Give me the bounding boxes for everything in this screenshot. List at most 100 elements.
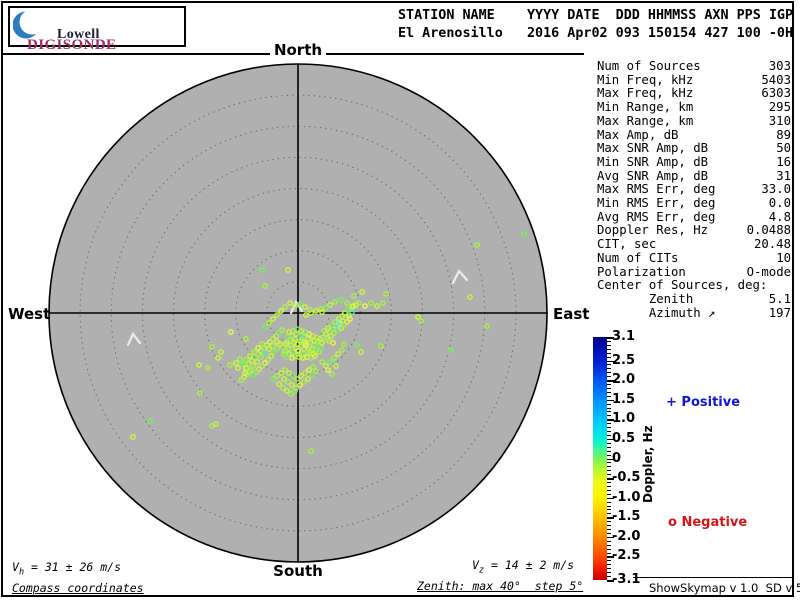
colorbar-minor-tick	[607, 407, 611, 409]
stats-row: Min Range, km 295	[597, 100, 791, 115]
compass-label-north: North	[0, 41, 596, 59]
colorbar-tick-label: -3.1	[612, 572, 641, 587]
colorbar-minor-tick	[607, 493, 611, 495]
colorbar-minor-tick	[607, 509, 611, 511]
stats-label: CIT, sec	[597, 237, 657, 252]
stats-label: Min SNR Amp, dB	[597, 154, 709, 169]
colorbar-minor-tick	[607, 525, 611, 527]
colorbar-minor-tick	[607, 391, 611, 393]
version-text: ShowSkymap v 1.0 SD v 5.0	[649, 581, 800, 595]
stats-row: Center of Sources, deg:	[597, 279, 791, 293]
stats-label: Min RMS Err, deg	[597, 196, 716, 211]
colorbar-tick-label: 1.5	[612, 391, 636, 407]
colorbar-minor-tick	[607, 485, 611, 487]
stats-value: 197	[768, 305, 791, 320]
compass-label-west: West	[8, 305, 51, 323]
colorbar-minor-tick	[607, 532, 611, 534]
zenith-scale-note: Zenith: max 40° step 5°	[417, 579, 584, 593]
colorbar-minor-tick	[607, 431, 611, 433]
stats-label: Num of Sources	[597, 59, 701, 73]
stats-value: 0.0488	[746, 223, 791, 238]
colorbar-minor-tick	[607, 576, 611, 578]
header-station-values: El Arenosillo 2016 Apr02 093 150154 427 …	[398, 25, 794, 41]
colorbar-minor-tick	[607, 482, 611, 484]
stats-value: 20.48	[753, 237, 791, 252]
colorbar-minor-tick	[607, 442, 611, 444]
colorbar-minor-tick	[607, 470, 611, 472]
colorbar-minor-tick	[607, 348, 611, 350]
negative-legend: o Negative	[668, 515, 748, 530]
version-divider-line	[633, 577, 793, 578]
colorbar-tick-label: 0.5	[612, 430, 636, 446]
stats-row: Azimuth ↗ 197	[597, 305, 791, 321]
stats-label: Avg SNR Amp, dB	[597, 168, 709, 183]
colorbar-minor-tick	[607, 352, 611, 354]
colorbar-axis-title: Doppler, Hz	[641, 425, 655, 503]
stats-row: Polarization O-mode	[597, 264, 791, 280]
colorbar-tick-label: -0.5	[612, 470, 641, 486]
stats-label: Polarization	[597, 264, 686, 279]
colorbar-minor-tick	[607, 387, 611, 389]
stats-value: 31	[776, 168, 791, 183]
stats-row: Max Range, km 310	[597, 113, 791, 129]
colorbar-minor-tick	[607, 544, 611, 546]
stats-value: O-mode	[746, 264, 791, 279]
stats-label: Max Amp, dB	[597, 127, 679, 142]
stats-row: Avg RMS Err, deg 4.8	[597, 209, 791, 225]
colorbar-minor-tick	[607, 446, 611, 448]
colorbar-minor-tick	[607, 403, 611, 405]
stats-value: 4.8	[768, 209, 791, 224]
colorbar-minor-tick	[607, 364, 611, 366]
colorbar-minor-tick	[607, 540, 611, 542]
colorbar-minor-tick	[607, 344, 611, 346]
colorbar-minor-tick	[607, 384, 611, 386]
colorbar-minor-tick	[607, 552, 611, 554]
stats-panel: Num of Sources 303 Min Freq, kHz 5403 Max Fr…	[597, 59, 791, 321]
stats-value: 303	[768, 59, 791, 73]
colorbar-minor-tick	[607, 434, 611, 436]
stats-row: Num of Sources 303	[597, 59, 791, 74]
stats-label: Max RMS Err, deg	[597, 182, 716, 197]
stats-row: Max SNR Amp, dB 50	[597, 142, 791, 156]
colorbar-minor-tick	[607, 489, 611, 491]
colorbar-minor-tick	[607, 423, 611, 425]
colorbar-tick-label: 3.1	[612, 329, 636, 344]
stats-label: Max SNR Amp, dB	[597, 141, 709, 156]
colorbar-minor-tick	[607, 411, 611, 413]
colorbar-tick-label: -1.5	[612, 509, 641, 525]
station-header: STATION NAME YYYY DATE DDD HHMMSS AXN PP…	[398, 7, 793, 42]
colorbar-minor-tick	[607, 462, 611, 464]
compass-coordinates-note: Compass coordinates	[12, 581, 144, 595]
stats-value: 5403	[761, 72, 791, 87]
stats-row: Max Freq, kHz 6303	[597, 87, 791, 101]
stats-label: Min Freq, kHz	[597, 72, 694, 87]
compass-label-south: South	[273, 562, 323, 580]
colorbar-tick-label: 2.5	[612, 352, 636, 368]
stats-label: Min Range, km	[597, 100, 694, 115]
stats-label: Num of CITs	[597, 250, 679, 265]
stats-value: 50	[776, 141, 791, 156]
colorbar-minor-tick	[607, 415, 611, 417]
colorbar-minor-tick	[607, 529, 611, 531]
stats-value: 310	[768, 113, 791, 128]
colorbar-minor-tick	[607, 372, 611, 374]
colorbar-minor-tick	[607, 548, 611, 550]
colorbar-minor-tick	[607, 560, 611, 562]
stats-row: Max Amp, dB 89	[597, 127, 791, 143]
stats-row: Zenith 5.1	[597, 292, 791, 307]
colorbar-minor-tick	[607, 564, 611, 566]
stats-row: Max RMS Err, deg 33.0	[597, 183, 791, 197]
colorbar-minor-tick	[607, 368, 611, 370]
stats-value: 33.0	[761, 182, 791, 197]
colorbar-minor-tick	[607, 356, 611, 358]
colorbar-tick-label: -1.0	[612, 489, 641, 505]
stats-value: 6303	[761, 86, 791, 101]
showskymap-window: Lowell DIGISONDE STATION NAME YYYY DATE …	[0, 0, 800, 600]
stats-row: Num of CITs 10	[597, 250, 791, 266]
stats-row: Doppler Res, Hz 0.0488	[597, 224, 791, 238]
doppler-colorbar	[593, 337, 607, 580]
colorbar-minor-tick	[607, 450, 611, 452]
stats-row: Avg SNR Amp, dB 31	[597, 168, 791, 184]
stats-value: 295	[768, 100, 791, 115]
colorbar-minor-tick	[607, 376, 611, 378]
